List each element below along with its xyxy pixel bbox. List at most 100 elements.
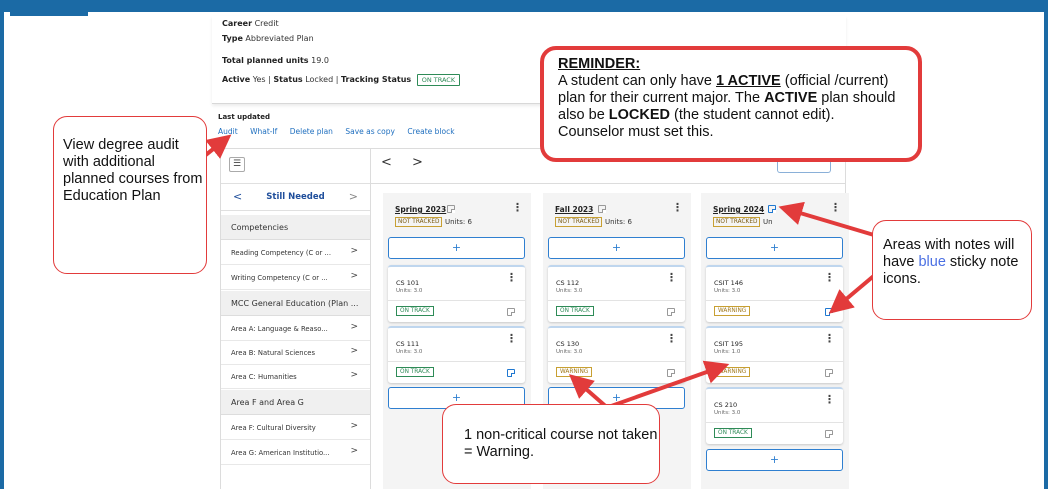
course-units: Units: 3.0	[714, 288, 741, 294]
kebab-menu-icon[interactable]: ⋮	[672, 201, 683, 214]
card-divider	[548, 300, 685, 301]
course-card[interactable]: ⋮ CSIT 146 Units: 3.0 WARNING	[706, 265, 843, 322]
blue-sticky-note-icon[interactable]	[507, 369, 515, 377]
kebab-menu-icon[interactable]: ⋮	[666, 332, 677, 345]
chevron-right-icon: >	[350, 446, 358, 456]
prev-term-button[interactable]: <	[381, 155, 400, 170]
blue-sticky-note-icon[interactable]	[825, 308, 833, 316]
sidebar-item-area-f[interactable]: Area F: Cultural Diversity >	[221, 416, 370, 440]
kebab-menu-icon[interactable]: ⋮	[824, 332, 835, 345]
course-card[interactable]: ⋮ CS 101 Units: 3.0 ON TRACK	[388, 265, 525, 322]
sidebar-title: Still Needed	[266, 192, 325, 202]
total-units-label: Total planned units	[222, 56, 309, 65]
status-badge: WARNING	[714, 367, 751, 377]
course-card[interactable]: ⋮ CSIT 195 Units: 1.0 WARNING	[706, 326, 843, 383]
kebab-menu-icon[interactable]: ⋮	[506, 271, 517, 284]
kebab-menu-icon[interactable]: ⋮	[824, 271, 835, 284]
course-name: CS 210	[714, 401, 738, 409]
add-course-button[interactable]: +	[548, 237, 685, 259]
menu-icon[interactable]: ☰	[229, 157, 245, 172]
status-badge: WARNING	[714, 306, 751, 316]
audit-link[interactable]: Audit	[218, 127, 238, 136]
total-units-line: Total planned units 19.0	[222, 56, 329, 65]
add-course-button[interactable]: +	[706, 449, 843, 471]
top-bar-accent	[10, 12, 88, 16]
sidebar-item-area-b[interactable]: Area B: Natural Sciences >	[221, 341, 370, 365]
term-navigation: < >	[381, 155, 431, 170]
add-course-button[interactable]: +	[706, 237, 843, 259]
chevron-right-icon: >	[350, 370, 358, 380]
sidebar-item-label: Area C: Humanities	[231, 373, 297, 381]
sidebar-item-label: Area F: Cultural Diversity	[231, 424, 316, 432]
sidebar-next-icon[interactable]: >	[349, 190, 358, 203]
course-name: CS 101	[396, 279, 420, 287]
status-line: Active Yes | Status Locked | Tracking St…	[222, 74, 461, 86]
sticky-note-icon[interactable]	[598, 205, 606, 213]
card-divider	[706, 300, 843, 301]
reminder-bold-active: ACTIVE	[764, 90, 818, 106]
sidebar-item-area-a[interactable]: Area A: Language & Reaso... >	[221, 317, 370, 341]
sidebar-item-label: Area B: Natural Sciences	[231, 349, 316, 357]
sidebar-item-area-c[interactable]: Area C: Humanities >	[221, 365, 370, 389]
sidebar-header: < Still Needed >	[221, 183, 370, 211]
blue-sticky-note-icon[interactable]	[768, 205, 776, 213]
total-units-value: 19.0	[311, 56, 329, 65]
term-units: Units: 6	[445, 218, 472, 226]
type-value: Abbreviated Plan	[245, 34, 314, 43]
sidebar-group-area-f-g[interactable]: Area F and Area G	[221, 390, 370, 415]
plan-actions: Audit What-If Delete plan Save as copy C…	[218, 127, 465, 136]
status-value: Locked	[305, 75, 334, 84]
status-label: Status	[273, 75, 303, 84]
delete-plan-link[interactable]: Delete plan	[290, 127, 333, 136]
card-divider	[706, 422, 843, 423]
type-label: Type	[222, 34, 243, 43]
sticky-note-icon[interactable]	[667, 308, 675, 316]
what-if-link[interactable]: What-If	[250, 127, 277, 136]
sticky-note-icon[interactable]	[667, 369, 675, 377]
course-card[interactable]: ⋮ CS 210 Units: 3.0 ON TRACK	[706, 387, 843, 444]
term-title: Spring 2024	[713, 205, 764, 214]
status-badge: ON TRACK	[396, 367, 434, 377]
sticky-note-icon[interactable]	[825, 430, 833, 438]
still-needed-sidebar: ☰ < Still Needed > Competencies Reading …	[221, 149, 371, 489]
warning-callout: 1 non-critical course not taken = Warnin…	[442, 404, 660, 484]
reminder-text-part: A student can only have	[558, 73, 716, 89]
sidebar-group-ge[interactable]: MCC General Education (Plan ...	[221, 291, 370, 316]
sidebar-item-reading[interactable]: Reading Competency (C or ... >	[221, 241, 370, 265]
course-card[interactable]: ⋮ CS 112 Units: 3.0 ON TRACK	[548, 265, 685, 322]
career-value: Credit	[254, 19, 279, 28]
course-units: Units: 3.0	[396, 349, 423, 355]
kebab-menu-icon[interactable]: ⋮	[512, 201, 523, 214]
create-block-link[interactable]: Create block	[407, 127, 454, 136]
sidebar-group-competencies[interactable]: Competencies	[221, 215, 370, 240]
kebab-menu-icon[interactable]: ⋮	[830, 201, 841, 214]
reminder-callout: REMINDER: A student can only have 1 ACTI…	[540, 46, 922, 162]
sticky-note-icon[interactable]	[825, 369, 833, 377]
reminder-bold-locked: LOCKED	[608, 107, 671, 123]
career-line: Career Credit	[222, 19, 279, 28]
kebab-menu-icon[interactable]: ⋮	[666, 271, 677, 284]
kebab-menu-icon[interactable]: ⋮	[824, 393, 835, 406]
tracked-badge: NOT TRACKED	[713, 217, 761, 227]
sidebar-item-writing[interactable]: Writing Competency (C or ... >	[221, 266, 370, 290]
add-course-button[interactable]: +	[388, 237, 525, 259]
save-as-copy-link[interactable]: Save as copy	[345, 127, 395, 136]
kebab-menu-icon[interactable]: ⋮	[506, 332, 517, 345]
right-edge	[1044, 0, 1048, 489]
course-units: Units: 3.0	[396, 288, 423, 294]
sidebar-item-label: Area A: Language & Reaso...	[231, 325, 328, 333]
card-divider	[706, 361, 843, 362]
course-units: Units: 3.0	[556, 349, 583, 355]
course-card[interactable]: ⋮ CS 111 Units: 3.0 ON TRACK	[388, 326, 525, 383]
term-title-text: Spring 2023	[395, 205, 447, 214]
next-term-button[interactable]: >	[412, 155, 431, 170]
sidebar-item-area-g[interactable]: Area G: American Institutio... >	[221, 441, 370, 465]
chevron-right-icon: >	[350, 246, 358, 256]
tracked-badge: NOT TRACKED	[395, 217, 443, 227]
sticky-note-icon[interactable]	[507, 308, 515, 316]
top-bar-stripe	[0, 0, 1048, 12]
card-divider	[548, 361, 685, 362]
card-divider	[388, 361, 525, 362]
course-card[interactable]: ⋮ CS 130 Units: 3.0 WARNING	[548, 326, 685, 383]
sticky-note-icon[interactable]	[447, 205, 455, 213]
